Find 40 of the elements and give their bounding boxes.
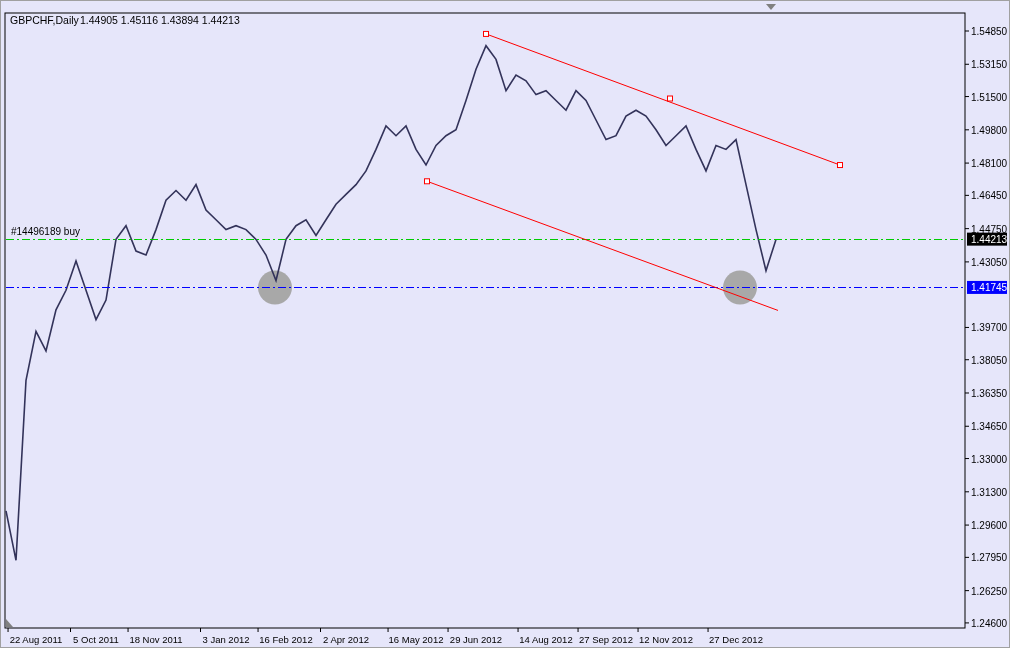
x-tick-label: 2 Apr 2012 xyxy=(323,634,369,645)
y-tick-label: 1.54850 xyxy=(971,26,1008,37)
y-tick-label: 1.53150 xyxy=(971,59,1008,71)
x-tick-label: 5 Oct 2011 xyxy=(73,634,119,645)
y-tick-label: 1.43050 xyxy=(971,256,1008,268)
price-tag: 1.44213 xyxy=(967,232,1008,246)
x-tick-label: 18 Nov 2011 xyxy=(129,634,183,645)
y-tick-label: 1.39700 xyxy=(971,322,1008,334)
order-label: #14496189 buy xyxy=(11,226,80,238)
y-tick-label: 1.33000 xyxy=(971,453,1008,465)
x-tick-label: 27 Dec 2012 xyxy=(709,634,763,645)
shift-marker-icon[interactable] xyxy=(766,4,776,10)
highlight-circle xyxy=(258,270,292,305)
x-tick-label: 12 Nov 2012 xyxy=(639,634,693,645)
y-tick-label: 1.27950 xyxy=(971,552,1008,564)
x-tick-label: 16 Feb 2012 xyxy=(259,634,313,645)
y-tick-label: 1.36350 xyxy=(971,388,1008,399)
highlight-circle xyxy=(723,270,757,305)
y-tick-label: 1.49800 xyxy=(971,124,1008,136)
y-tick-label: 1.44750 xyxy=(971,223,1008,235)
price-tag: 1.41745 xyxy=(967,280,1008,294)
trendlines-drawing[interactable] xyxy=(424,30,843,311)
x-tick-label: 16 May 2012 xyxy=(388,634,444,645)
corner-marker-icon xyxy=(6,619,13,627)
x-tick-label: 14 Aug 2012 xyxy=(519,634,573,645)
quote-values: 1.44905 1.45116 1.43894 1.44213 xyxy=(80,14,240,26)
y-tick-label: 1.29600 xyxy=(971,520,1008,532)
y-tick-label: 1.48100 xyxy=(971,158,1008,170)
y-tick-label: 1.34650 xyxy=(971,421,1008,433)
y-tick-label: 1.51500 xyxy=(971,91,1008,103)
y-tick-label: 1.46450 xyxy=(971,190,1008,202)
y-tick-label: 1.38050 xyxy=(971,354,1008,366)
x-tick-label: 29 Jun 2012 xyxy=(449,634,503,645)
x-tick-label: 3 Jan 2012 xyxy=(202,634,250,645)
chart-symbol: GBPCHF,Daily xyxy=(10,14,79,26)
y-tick-label: 1.26250 xyxy=(971,585,1008,597)
y-tick-label: 1.24600 xyxy=(971,617,1008,629)
x-tick-label: 22 Aug 2011 xyxy=(9,634,63,645)
x-tick-label: 27 Sep 2012 xyxy=(579,634,633,645)
y-tick-label: 1.31300 xyxy=(971,486,1008,498)
